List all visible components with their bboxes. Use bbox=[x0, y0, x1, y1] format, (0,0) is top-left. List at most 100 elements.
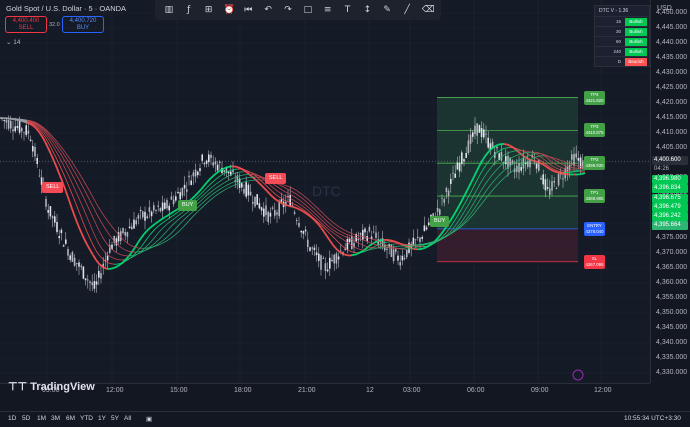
ma-ribbon-segment bbox=[269, 184, 274, 188]
replay-marker-icon bbox=[572, 369, 584, 381]
range-button-5y[interactable]: 5Y bbox=[111, 415, 119, 422]
candle-body bbox=[29, 139, 32, 141]
candle-body bbox=[267, 211, 269, 223]
candle-body bbox=[364, 228, 366, 233]
ma-ribbon-segment bbox=[338, 233, 343, 236]
undo-icon[interactable]: ↶ bbox=[263, 5, 273, 15]
ma-ribbon-segment bbox=[101, 248, 106, 253]
ma-ribbon-segment bbox=[293, 206, 298, 210]
range-button-ytd[interactable]: YTD bbox=[80, 415, 93, 422]
ma-ribbon-segment bbox=[158, 228, 163, 233]
clock-readout[interactable]: 10:55:34 UTC+3:30 bbox=[624, 415, 681, 422]
ma-ribbon-segment bbox=[179, 220, 184, 225]
candle-body bbox=[575, 153, 577, 158]
range-button-3m[interactable]: 3M bbox=[51, 415, 60, 422]
ma-ribbon-segment bbox=[335, 228, 340, 231]
candle-body bbox=[337, 256, 340, 260]
ma-ribbon-segment bbox=[293, 196, 298, 199]
indicators-icon[interactable]: ƒ bbox=[184, 5, 194, 15]
rectangle-icon[interactable]: □ bbox=[303, 5, 313, 15]
dtc-row: 240 Bullish bbox=[595, 46, 649, 56]
dtc-status: Bearish bbox=[625, 57, 647, 66]
ma-ribbon-segment bbox=[167, 237, 172, 241]
candle-body bbox=[320, 255, 322, 270]
ma-ribbon-segment bbox=[215, 189, 220, 193]
chart-plot-area[interactable]: DTC SELL BUY SELL BUY TP4 4421.820 TP3 4410.875… bbox=[0, 0, 650, 383]
ma-ribbon-segment bbox=[83, 209, 88, 218]
trend-line-icon[interactable]: ╱ bbox=[402, 5, 412, 15]
text-icon[interactable]: T bbox=[343, 5, 353, 15]
indicator-toggle[interactable]: ⌄ 14 bbox=[6, 38, 21, 46]
symbol-title[interactable]: Gold Spot / U.S. Dollar · 5 · OANDA bbox=[6, 4, 126, 13]
ma-ribbon-segment bbox=[179, 227, 184, 231]
templates-icon[interactable]: ⊞ bbox=[204, 5, 214, 15]
ma-ribbon-segment bbox=[80, 183, 85, 190]
ma-ribbon-segment bbox=[218, 187, 223, 191]
ma-ribbon-segment bbox=[236, 166, 241, 169]
range-button-1m[interactable]: 1M bbox=[37, 415, 46, 422]
range-button-1d[interactable]: 1D bbox=[8, 415, 16, 422]
dtc-status: Bullish bbox=[625, 27, 647, 36]
ma-ribbon-segment bbox=[53, 153, 58, 160]
ma-ribbon-segment bbox=[95, 259, 100, 265]
time-axis[interactable]: 09:00 12:00 15:00 18:00 21:00 12 03:00 06:00 09:… bbox=[0, 383, 650, 401]
ma-ribbon-segment bbox=[296, 205, 301, 208]
ma-ribbon-segment bbox=[62, 164, 67, 171]
fib-icon[interactable]: ≡ bbox=[323, 5, 333, 15]
candle-body bbox=[100, 273, 102, 279]
ma-ribbon-segment bbox=[65, 162, 70, 169]
candle-body bbox=[256, 194, 258, 205]
ma-ribbon-segment bbox=[206, 196, 211, 200]
candle-body bbox=[203, 163, 206, 165]
candles-icon[interactable]: ▥ bbox=[164, 5, 174, 15]
candle-body bbox=[309, 247, 311, 251]
ma-ribbon-segment bbox=[506, 143, 511, 147]
range-button-all[interactable]: All bbox=[124, 415, 131, 422]
ma-ribbon-segment bbox=[152, 235, 157, 240]
candle-body bbox=[164, 202, 166, 209]
ma-ribbon-segment bbox=[77, 177, 82, 184]
redo-icon[interactable]: ↷ bbox=[283, 5, 293, 15]
calendar-icon[interactable]: ▣ bbox=[146, 415, 152, 423]
candle-body bbox=[14, 126, 16, 132]
replay-icon[interactable]: ⏮ bbox=[243, 5, 253, 15]
ma-ribbon-segment bbox=[209, 186, 214, 190]
candle-body bbox=[254, 196, 256, 207]
ma-ribbon-segment bbox=[218, 174, 223, 178]
ma-ribbon-segment bbox=[101, 235, 106, 242]
sell-price-button[interactable]: 4,400.400 SELL bbox=[5, 16, 47, 33]
range-button-6m[interactable]: 6M bbox=[66, 415, 75, 422]
ma-ribbon-segment bbox=[260, 184, 265, 189]
ma-ribbon-segment bbox=[116, 263, 121, 268]
ma-ribbon-segment bbox=[215, 185, 220, 189]
candle-body bbox=[245, 182, 247, 197]
ma-ribbon-segment bbox=[209, 190, 214, 193]
range-button-5d[interactable]: 5D bbox=[22, 415, 30, 422]
ma-ribbon-segment bbox=[533, 153, 538, 155]
candle-body bbox=[392, 249, 395, 262]
alert-icon[interactable]: ⏰ bbox=[223, 5, 234, 15]
ma-ribbon-segment bbox=[326, 216, 331, 221]
candle-body bbox=[16, 125, 19, 128]
candle-body bbox=[452, 172, 454, 174]
price-tick: 4,355.000 bbox=[656, 294, 688, 301]
candle-body bbox=[346, 238, 349, 250]
ma-ribbon-segment bbox=[77, 195, 82, 204]
ma-ribbon-segment bbox=[86, 186, 91, 193]
eraser-icon[interactable]: ⌫ bbox=[422, 5, 435, 15]
ma-ribbon-segment bbox=[161, 232, 166, 237]
candle-body bbox=[542, 174, 544, 185]
ma-ribbon-segment bbox=[287, 204, 292, 208]
brush-icon[interactable]: ✎ bbox=[382, 5, 392, 15]
candle-body bbox=[89, 281, 91, 283]
price-tick: 4,425.000 bbox=[656, 84, 688, 91]
range-button-1y[interactable]: 1Y bbox=[98, 415, 106, 422]
buy-price-button[interactable]: 4,400.720 BUY bbox=[62, 16, 104, 33]
candle-body bbox=[71, 252, 74, 262]
candle-body bbox=[76, 263, 78, 265]
ma-ribbon-segment bbox=[71, 193, 76, 202]
candle-body bbox=[425, 227, 428, 230]
ma-ribbon-segment bbox=[281, 185, 286, 189]
measure-icon[interactable]: ↕ bbox=[362, 5, 372, 15]
ma-ribbon-segment bbox=[566, 168, 571, 171]
